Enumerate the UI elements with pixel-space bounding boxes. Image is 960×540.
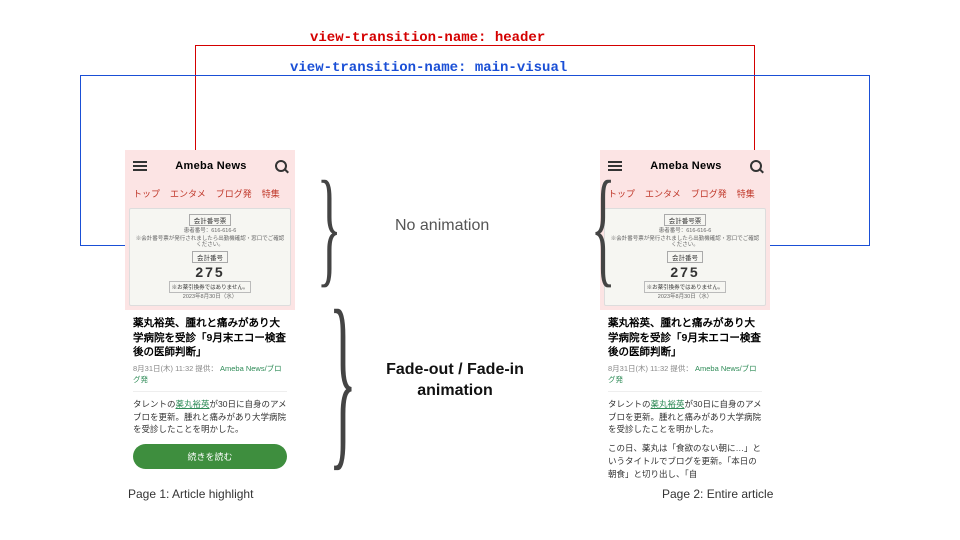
connector-main-visual-foot-left xyxy=(80,245,125,246)
search-icon[interactable] xyxy=(275,160,287,172)
divider xyxy=(133,391,287,392)
tab-feature[interactable]: 特集 xyxy=(262,187,280,200)
tab-blog[interactable]: ブログ発 xyxy=(216,187,252,200)
connector-main-visual-foot-right xyxy=(770,245,870,246)
search-icon[interactable] xyxy=(750,160,762,172)
caption-page1: Page 1: Article highlight xyxy=(128,487,253,501)
receipt-bottom: ※お薬引換券ではありません。 xyxy=(169,281,252,293)
page1-header: Ameba News xyxy=(125,150,295,182)
receipt-image: 会計番号票 患者番号：616-616-6 ※会計番号票が発行されましたら出勤機確… xyxy=(129,208,291,306)
page2-phone: Ameba News トップ エンタメ ブログ発 特集 会計番号票 患者番号：6… xyxy=(600,150,770,480)
page2-body: 薬丸裕英、腫れと痛みがあり大学病院を受診「9月末エコー検査後の医師判断」 8月3… xyxy=(600,310,770,480)
receipt-id: 患者番号：616-616-6 xyxy=(609,228,761,235)
receipt-id: 患者番号：616-616-6 xyxy=(134,228,286,235)
fade-line2: animation xyxy=(417,382,493,399)
receipt-top: 会計番号票 xyxy=(189,214,232,226)
meta-provides: 提供： xyxy=(195,364,218,373)
page1-article-meta: 8月31日(木) 11:32 提供： Ameba News/ブログ発 xyxy=(133,363,287,385)
meta-date: 8月31日(木) 11:32 xyxy=(608,364,668,373)
page1-body: 薬丸裕英、腫れと痛みがあり大学病院を受診「9月末エコー検査後の医師判断」 8月3… xyxy=(125,310,295,477)
receipt-top: 会計番号票 xyxy=(664,214,707,226)
page1-para: タレントの薬丸裕英が30日に自身のアメブロを更新。腫れと痛みがあり大学病院を受診… xyxy=(133,398,287,436)
page2-para1: タレントの薬丸裕英が30日に自身のアメブロを更新。腫れと痛みがあり大学病院を受診… xyxy=(608,398,762,436)
para1-link[interactable]: 薬丸裕英 xyxy=(651,399,685,409)
receipt-image: 会計番号票 患者番号：616-616-6 ※会計番号票が発行されましたら出勤機確… xyxy=(604,208,766,306)
brace-right-top: { xyxy=(591,162,616,292)
app-logo: Ameba News xyxy=(650,160,721,172)
label-fade-animation: Fade-out / Fade-in animation xyxy=(375,360,535,402)
page2-header: Ameba News xyxy=(600,150,770,182)
read-more-button[interactable]: 続きを読む xyxy=(133,444,287,469)
page2-tabs: トップ エンタメ ブログ発 特集 xyxy=(600,182,770,204)
receipt-note: ※会計番号票が発行されましたら出勤機確認・窓口でご確認ください。 xyxy=(609,236,761,249)
page1-article-title: 薬丸裕英、腫れと痛みがあり大学病院を受診「9月末エコー検査後の医師判断」 xyxy=(133,316,287,359)
para1a: タレントの xyxy=(608,399,651,409)
receipt-label: 会計番号 xyxy=(192,251,228,263)
code-label-main-visual: view-transition-name: main-visual xyxy=(290,60,567,76)
page1-tabs: トップ エンタメ ブログ発 特集 xyxy=(125,182,295,204)
page2-article-meta: 8月31日(木) 11:32 提供： Ameba News/ブログ発 xyxy=(608,363,762,385)
meta-provides: 提供： xyxy=(670,364,693,373)
brace-left-bottom: } xyxy=(329,282,357,477)
receipt-label: 会計番号 xyxy=(667,251,703,263)
code-label-header: view-transition-name: header xyxy=(310,30,545,46)
page1-main-visual: 会計番号票 患者番号：616-616-6 ※会計番号票が発行されましたら出勤機確… xyxy=(125,204,295,310)
tab-top[interactable]: トップ xyxy=(133,187,160,200)
para1a: タレントの xyxy=(133,399,176,409)
tab-feature[interactable]: 特集 xyxy=(737,187,755,200)
page2-main-visual: 会計番号票 患者番号：616-616-6 ※会計番号票が発行されましたら出勤機確… xyxy=(600,204,770,310)
app-logo: Ameba News xyxy=(175,160,246,172)
tab-entame[interactable]: エンタメ xyxy=(170,187,206,200)
label-no-animation: No animation xyxy=(395,217,489,235)
page2-article-title: 薬丸裕英、腫れと痛みがあり大学病院を受診「9月末エコー検査後の医師判断」 xyxy=(608,316,762,359)
receipt-number: 275 xyxy=(134,264,286,280)
meta-date: 8月31日(木) 11:32 xyxy=(133,364,193,373)
para1-link[interactable]: 薬丸裕英 xyxy=(176,399,210,409)
receipt-number: 275 xyxy=(609,264,761,280)
receipt-date: 2023年8月30日（水） xyxy=(134,294,286,301)
receipt-note: ※会計番号票が発行されましたら出勤機確認・窓口でご確認ください。 xyxy=(134,236,286,249)
page2-para2: この日、薬丸は「食欲のない朝に…」というタイトルでブログを更新。「本日の朝食」と… xyxy=(608,442,762,480)
receipt-bottom: ※お薬引換券ではありません。 xyxy=(644,281,727,293)
divider xyxy=(608,391,762,392)
receipt-date: 2023年8月30日（水） xyxy=(609,294,761,301)
fade-line1: Fade-out / Fade-in xyxy=(386,361,524,378)
tab-blog[interactable]: ブログ発 xyxy=(691,187,727,200)
caption-page2: Page 2: Entire article xyxy=(662,487,773,501)
menu-icon[interactable] xyxy=(133,161,147,171)
tab-entame[interactable]: エンタメ xyxy=(645,187,681,200)
page1-phone: Ameba News トップ エンタメ ブログ発 特集 会計番号票 患者番号：6… xyxy=(125,150,295,480)
